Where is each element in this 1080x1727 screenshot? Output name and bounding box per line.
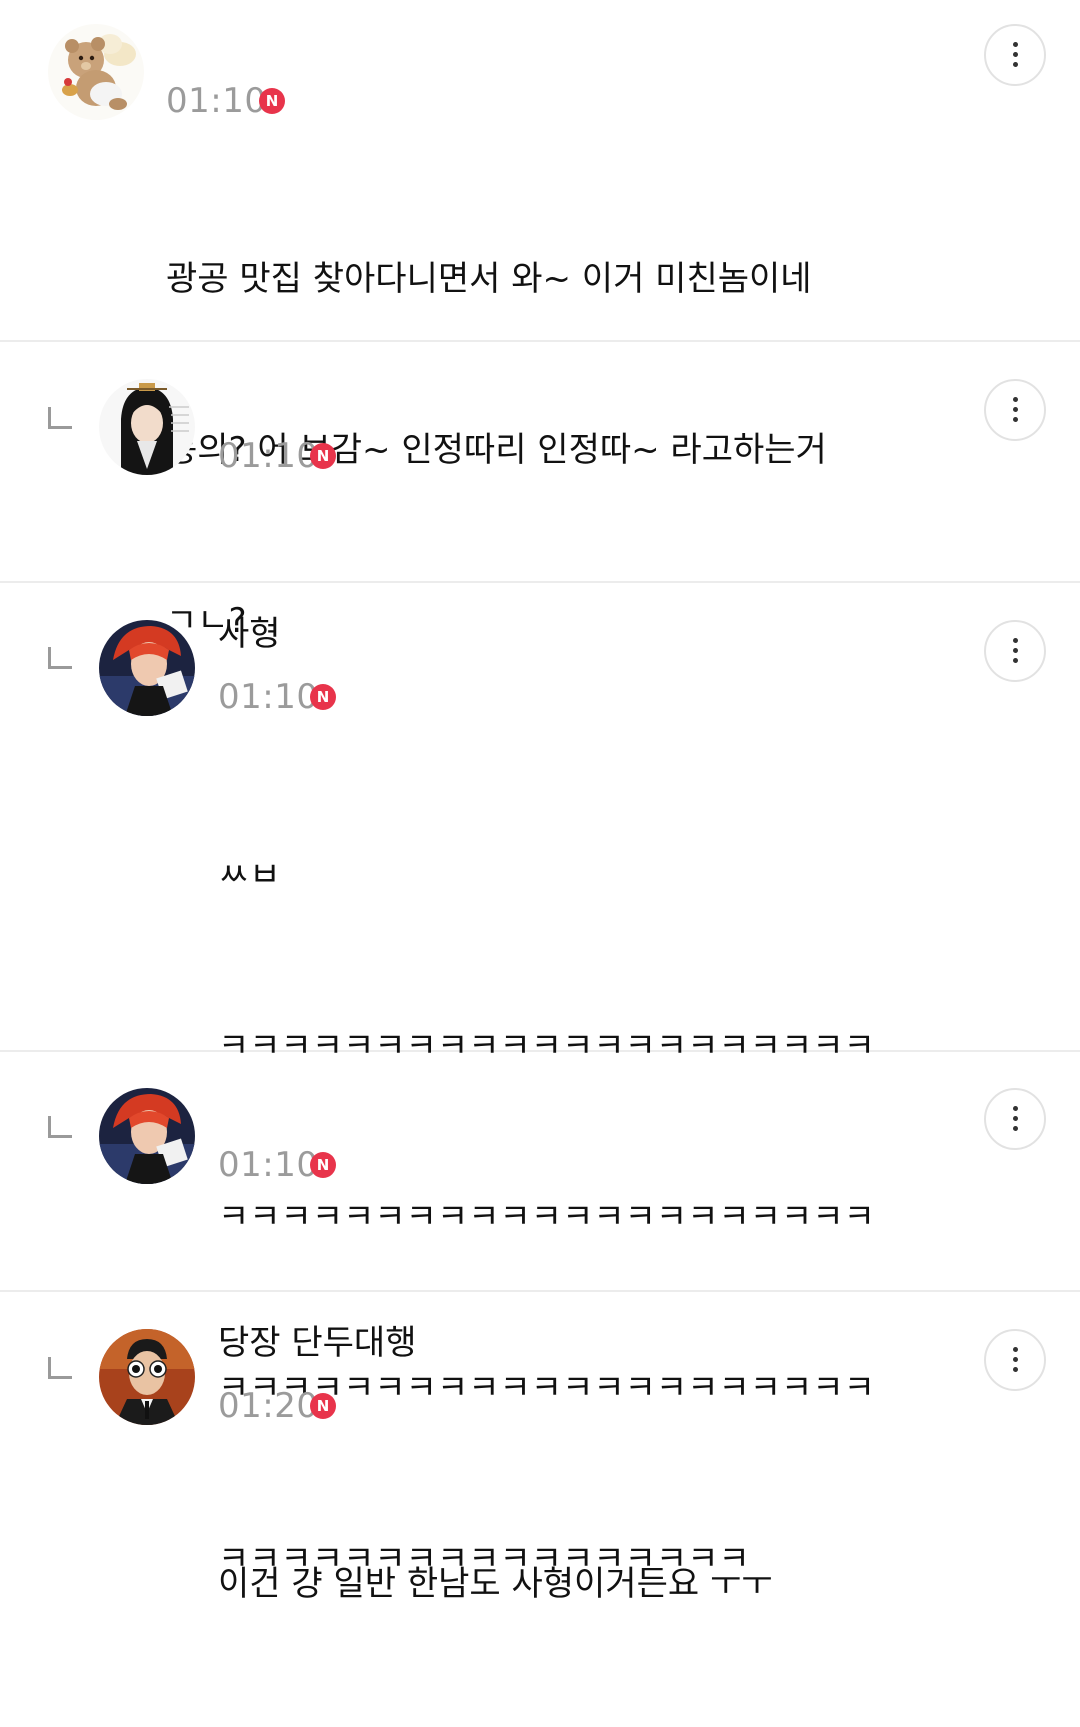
comment-timestamp: 01:10: [218, 436, 319, 476]
new-badge: N: [310, 1393, 336, 1419]
teddy-bear-angel-avatar[interactable]: [48, 24, 144, 120]
red-hair-idol-avatar[interactable]: [99, 620, 195, 716]
reply-arrow-icon: [48, 407, 72, 429]
more-vertical-icon: [1013, 42, 1018, 47]
new-badge: N: [259, 88, 285, 114]
anime-character-avatar[interactable]: [99, 379, 195, 475]
comment-item: 01:10 N ㅆㅂ ㅋㅋㅋㅋㅋㅋㅋㅋㅋㅋㅋㅋㅋㅋㅋㅋㅋㅋㅋㅋㅋ ㅋㅋㅋㅋㅋㅋㅋ…: [0, 583, 1080, 1579]
more-vertical-icon: [1013, 1106, 1018, 1111]
comment-item: 01:10 N 광공 맛집 찾아다니면서 와~ 이거 미친놈이네 동의? 어 보…: [0, 0, 1080, 641]
reply-arrow-icon: [48, 1116, 72, 1138]
more-vertical-icon: [1013, 1347, 1018, 1352]
comment-text-line: 광공 맛집 찾아다니면서 와~ 이거 미친놈이네: [166, 259, 812, 299]
more-vertical-icon: [1013, 638, 1018, 643]
sunglasses-man-avatar[interactable]: [99, 1329, 195, 1425]
comment-item: 01:10 N 사형: [0, 342, 1080, 654]
more-options-button[interactable]: [984, 24, 1046, 86]
reply-arrow-icon: [48, 1357, 72, 1379]
more-options-button[interactable]: [984, 620, 1046, 682]
more-options-button[interactable]: [984, 379, 1046, 441]
red-hair-idol-avatar[interactable]: [99, 1088, 195, 1184]
comment-text: 이건 걍 일반 한남도 사형이거든요 ㅜㅜ: [218, 1442, 773, 1727]
new-badge: N: [310, 1152, 336, 1178]
reply-arrow-icon: [48, 647, 72, 669]
comment-timestamp: 01:10: [218, 1145, 319, 1185]
comment-timestamp: 01:10: [218, 677, 319, 717]
comment-text-line: 이건 걍 일반 한남도 사형이거든요 ㅜㅜ: [218, 1564, 773, 1604]
more-options-button[interactable]: [984, 1088, 1046, 1150]
comment-timestamp: 01:10: [166, 81, 267, 121]
comment-item: 01:20 N 이건 걍 일반 한남도 사형이거든요 ㅜㅜ: [0, 1292, 1080, 1604]
comment-timestamp: 01:20: [218, 1386, 319, 1426]
more-vertical-icon: [1013, 397, 1018, 402]
more-options-button[interactable]: [984, 1329, 1046, 1391]
new-badge: N: [310, 684, 336, 710]
comment-item: 01:10 N 당장 단두대행: [0, 1052, 1080, 1363]
new-badge: N: [310, 443, 336, 469]
comment-text-line: ㅆㅂ: [218, 855, 281, 895]
